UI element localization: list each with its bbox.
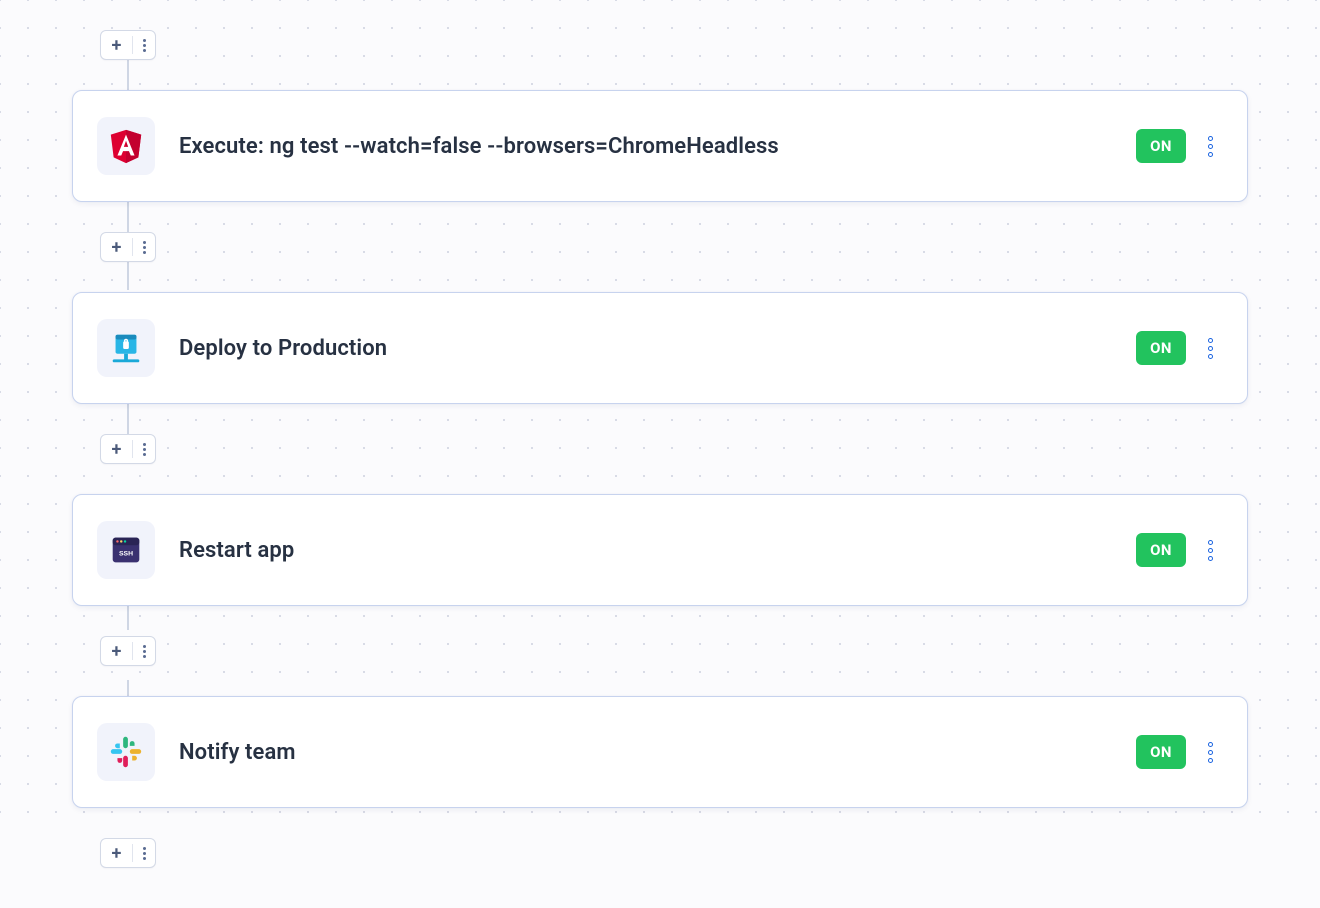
step-menu-icon[interactable] <box>1204 536 1217 565</box>
pipeline-step[interactable]: SSH Restart app ON <box>72 494 1248 606</box>
step-title: Notify team <box>179 740 1136 765</box>
add-step-between[interactable]: + <box>100 434 156 464</box>
ssh-icon: SSH <box>97 521 155 579</box>
add-step-between[interactable]: + <box>100 232 156 262</box>
pipeline-step[interactable]: Execute: ng test --watch=false --browser… <box>72 90 1248 202</box>
add-step-between[interactable]: + <box>100 838 156 868</box>
add-step-between[interactable]: + <box>100 30 156 60</box>
add-step-between[interactable]: + <box>100 636 156 666</box>
pipeline-step[interactable]: Notify team ON <box>72 696 1248 808</box>
status-badge[interactable]: ON <box>1136 331 1186 365</box>
step-menu-icon[interactable] <box>1204 334 1217 363</box>
status-badge[interactable]: ON <box>1136 735 1186 769</box>
svg-text:SSH: SSH <box>119 551 133 558</box>
connector-menu-icon[interactable] <box>133 241 155 254</box>
connector-menu-icon[interactable] <box>133 443 155 456</box>
plus-icon[interactable]: + <box>101 843 132 864</box>
status-badge[interactable]: ON <box>1136 129 1186 163</box>
step-title: Execute: ng test --watch=false --browser… <box>179 134 1136 159</box>
connector-menu-icon[interactable] <box>133 645 155 658</box>
deploy-icon <box>97 319 155 377</box>
plus-icon[interactable]: + <box>101 641 132 662</box>
connector-menu-icon[interactable] <box>133 847 155 860</box>
connector-menu-icon[interactable] <box>133 39 155 52</box>
plus-icon[interactable]: + <box>101 439 132 460</box>
step-title: Restart app <box>179 538 1136 563</box>
step-menu-icon[interactable] <box>1204 132 1217 161</box>
angular-icon <box>97 117 155 175</box>
plus-icon[interactable]: + <box>101 237 132 258</box>
step-menu-icon[interactable] <box>1204 738 1217 767</box>
pipeline-step[interactable]: Deploy to Production ON <box>72 292 1248 404</box>
step-title: Deploy to Production <box>179 336 1136 361</box>
status-badge[interactable]: ON <box>1136 533 1186 567</box>
slack-icon <box>97 723 155 781</box>
pipeline: + Execute: ng test --watch=false --brows… <box>0 0 1320 908</box>
plus-icon[interactable]: + <box>101 35 132 56</box>
